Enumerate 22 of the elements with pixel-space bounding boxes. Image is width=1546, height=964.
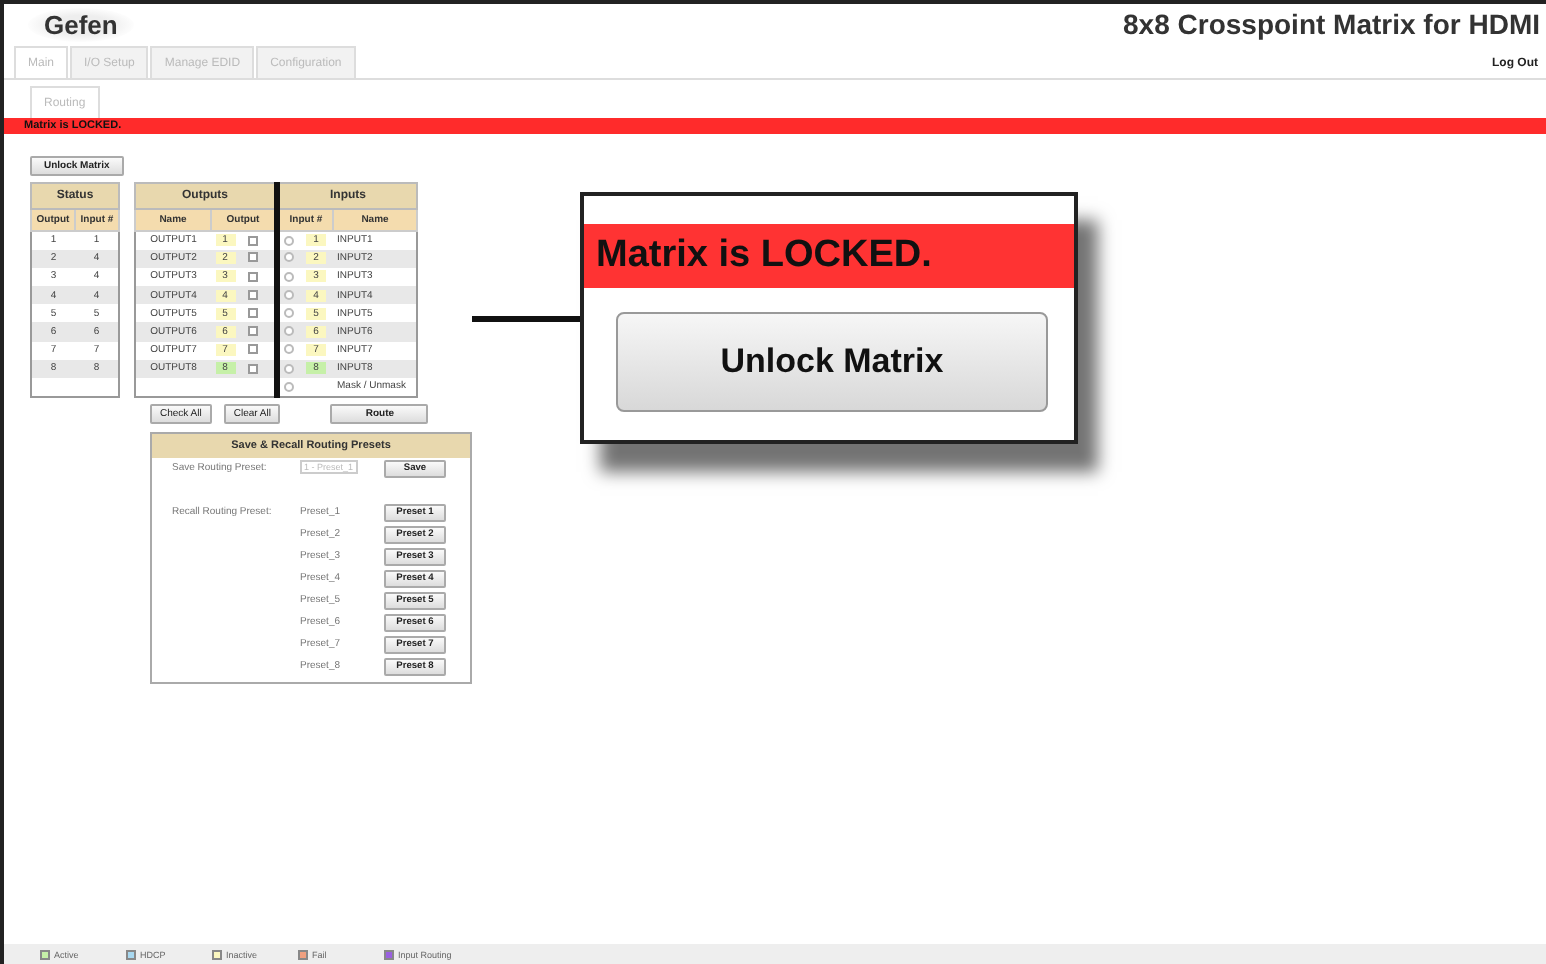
radio-button[interactable] bbox=[284, 289, 294, 300]
page-title: 8x8 Crosspoint Matrix for HDMI bbox=[1123, 8, 1540, 40]
checkbox[interactable] bbox=[247, 271, 257, 282]
radio-button[interactable] bbox=[284, 308, 294, 319]
checkbox[interactable] bbox=[247, 326, 257, 337]
radio-button[interactable] bbox=[284, 326, 294, 337]
radio-button[interactable] bbox=[284, 252, 294, 263]
unlock-matrix-button[interactable]: Unlock Matrix bbox=[616, 312, 1048, 412]
leader-line bbox=[472, 316, 584, 322]
checkbox[interactable] bbox=[247, 235, 257, 246]
checkbox[interactable] bbox=[247, 308, 257, 319]
checkbox[interactable] bbox=[247, 344, 257, 355]
checkbox[interactable] bbox=[247, 252, 257, 263]
radio-button[interactable] bbox=[284, 381, 294, 392]
checkbox[interactable] bbox=[247, 289, 257, 300]
checkbox[interactable] bbox=[247, 363, 257, 374]
radio-button[interactable] bbox=[284, 363, 294, 374]
gefen-logo: Gefen bbox=[28, 8, 134, 42]
radio-button[interactable] bbox=[284, 235, 294, 246]
radio-button[interactable] bbox=[284, 271, 294, 282]
locked-banner: Matrix is LOCKED. bbox=[584, 224, 1074, 288]
radio-button[interactable] bbox=[284, 344, 294, 355]
